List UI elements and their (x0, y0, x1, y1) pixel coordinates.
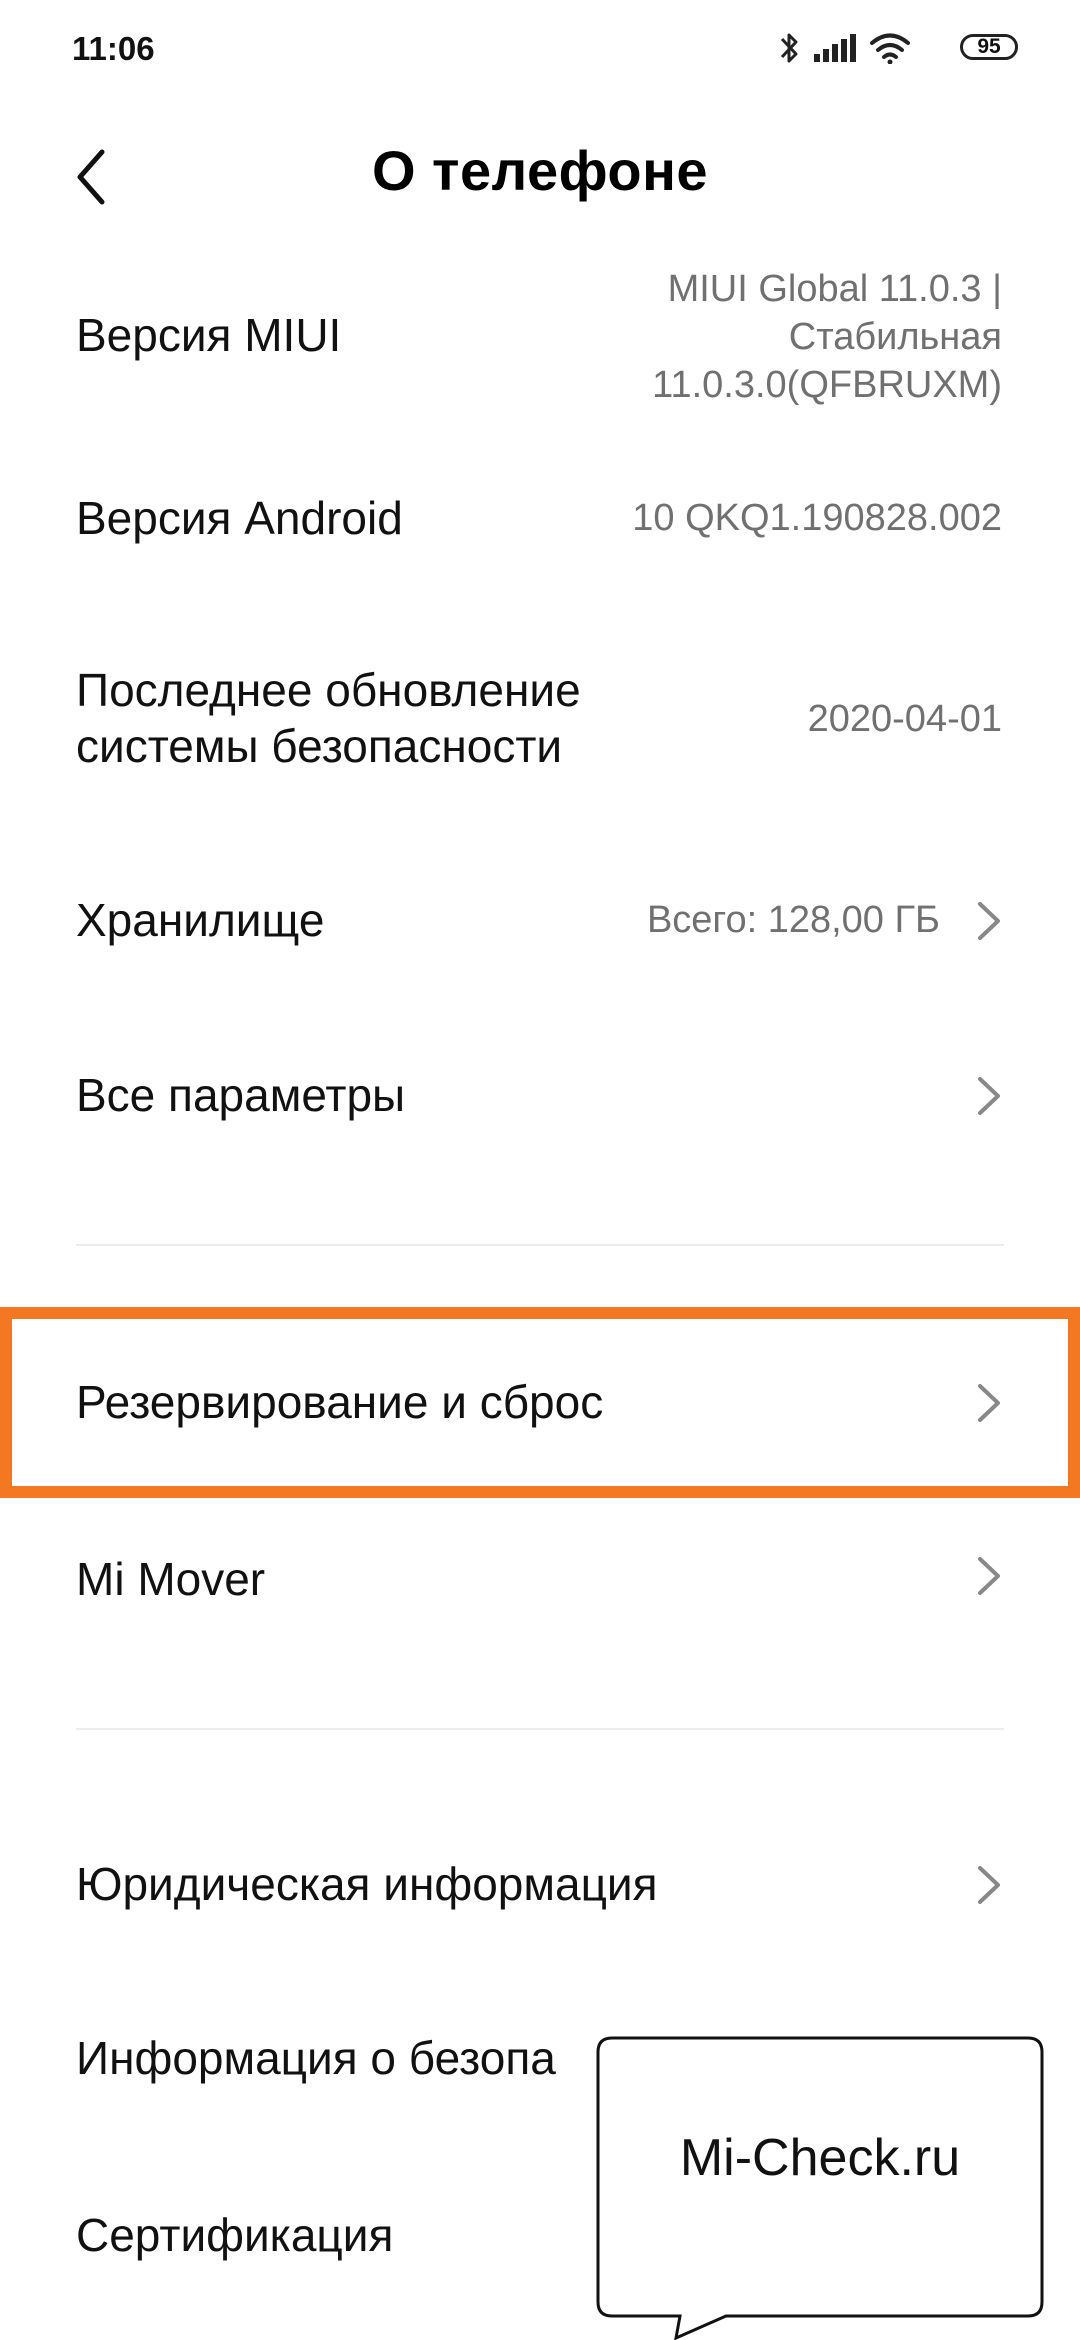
app-header: О телефоне (0, 120, 1080, 230)
watermark-callout: Mi-Check.ru (596, 2036, 1044, 2340)
chevron-right-icon (978, 902, 1000, 940)
row-value: 10 QKQ1.190828.002 (632, 497, 1002, 539)
signal-icon (814, 34, 856, 62)
row-android-version[interactable]: Версия Android 10 QKQ1.190828.002 (0, 460, 1080, 580)
chevron-right-icon (978, 1077, 1000, 1115)
row-label: Версия Android (76, 492, 403, 544)
row-security-update[interactable]: Последнее обновление системы безопасност… (0, 650, 1080, 790)
section-divider (76, 1244, 1004, 1246)
row-label: Все параметры (76, 1069, 406, 1121)
speech-bubble-shape (596, 2036, 1044, 2340)
row-label: Версия MIUI (76, 309, 342, 361)
section-divider (76, 1728, 1004, 1730)
row-label: Последнее обновление системы безопасност… (76, 662, 581, 774)
status-bar: 11:06 95 (0, 0, 1080, 110)
row-label: Mi Mover (76, 1553, 266, 1605)
chevron-right-icon (978, 1384, 1000, 1422)
chevron-right-icon (978, 1866, 1000, 1904)
miui-version-line-1: MIUI Global 11.0.3 | (667, 268, 1002, 310)
row-label: Юридическая информация (76, 1858, 658, 1910)
row-mi-mover[interactable]: Mi Mover (0, 1515, 1080, 1635)
chevron-right-icon (978, 1557, 1000, 1595)
row-label: Хранилище (76, 894, 325, 946)
status-time: 11:06 (72, 30, 155, 67)
row-label: Информация о безопа (76, 2032, 556, 2084)
watermark-text: Mi-Check.ru (679, 2129, 961, 2187)
row-value: MIUI Global 11.0.3 | Стабильная 11.0.3.0… (652, 265, 1002, 409)
row-value: Всего: 128,00 ГБ (646, 899, 940, 941)
row-miui-version[interactable]: Версия MIUI MIUI Global 11.0.3 | Стабиль… (0, 255, 1080, 415)
security-label-line-1: Последнее обновление (76, 664, 581, 716)
security-label-line-2: системы безопасности (76, 720, 563, 772)
row-legal-info[interactable]: Юридическая информация (0, 1824, 1080, 1944)
row-all-specs[interactable]: Все параметры (0, 1035, 1080, 1155)
miui-version-line-2: Стабильная (788, 316, 1002, 358)
row-label: Сертификация (76, 2209, 394, 2261)
row-storage[interactable]: Хранилище Всего: 128,00 ГБ (0, 860, 1080, 980)
row-label: Резервирование и сброс (76, 1376, 604, 1428)
row-backup-reset[interactable]: Резервирование и сброс (0, 1342, 1080, 1462)
wifi-icon (870, 33, 910, 64)
battery-icon: 95 (960, 34, 1018, 60)
row-value: 2020-04-01 (807, 698, 1002, 740)
bluetooth-icon (780, 33, 798, 63)
status-icons: 95 (778, 30, 1018, 74)
miui-version-line-3: 11.0.3.0(QFBRUXM) (652, 364, 1002, 406)
page-title: О телефоне (371, 139, 709, 202)
